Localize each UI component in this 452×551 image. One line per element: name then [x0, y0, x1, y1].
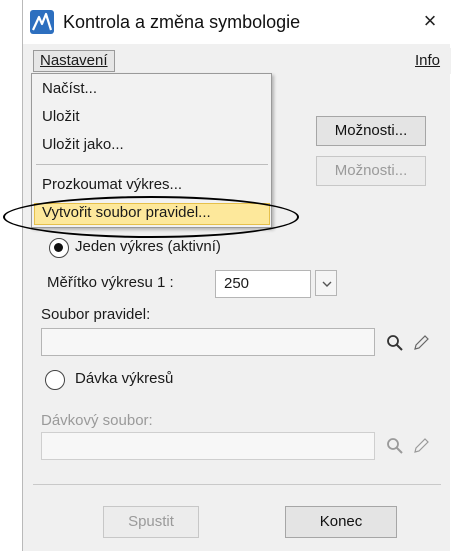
batch-file-label: Dávkový soubor: — [41, 412, 153, 429]
options-button-2[interactable]: Možnosti... — [316, 156, 426, 186]
window-title: Kontrola a změna symbologie — [63, 12, 301, 32]
batch-drawing-label: Dávka výkresů — [75, 370, 174, 387]
pencil-icon[interactable] — [411, 333, 431, 353]
batch-drawing-radio[interactable] — [45, 370, 65, 390]
rules-file-field[interactable] — [41, 328, 375, 356]
batch-file-field[interactable] — [41, 432, 375, 460]
rules-file-label: Soubor pravidel: — [41, 306, 151, 323]
group-divider — [33, 484, 441, 485]
close-button[interactable]: × — [415, 6, 445, 36]
single-drawing-radio[interactable] — [49, 238, 69, 258]
run-button[interactable]: Spustit — [103, 506, 199, 538]
search-icon[interactable] — [385, 333, 405, 353]
scale-label: Měřítko výkresu 1 : — [47, 274, 174, 291]
search-icon[interactable] — [385, 436, 405, 456]
single-drawing-label: Jeden výkres (aktivní) — [75, 238, 221, 255]
scale-select[interactable]: 250 — [215, 270, 311, 298]
annotation-ellipse — [3, 196, 299, 238]
menu-item-ulozit[interactable]: Uložit — [42, 108, 80, 125]
pencil-icon[interactable] — [411, 436, 431, 456]
title-bar: Kontrola a změna symbologie × — [23, 0, 451, 44]
menu-nastaveni[interactable]: Nastavení — [33, 50, 115, 72]
end-button[interactable]: Konec — [285, 506, 397, 538]
menu-separator — [36, 164, 268, 165]
options-button-1[interactable]: Možnosti... — [316, 116, 426, 146]
scale-dropdown-arrow[interactable] — [315, 270, 337, 296]
menu-item-prozkoumat[interactable]: Prozkoumat výkres... — [42, 176, 182, 193]
menu-bar: Nastavení Info — [23, 48, 451, 74]
menu-item-ulozit-jako[interactable]: Uložit jako... — [42, 136, 124, 153]
app-icon — [30, 10, 54, 34]
menu-info[interactable]: Info — [415, 52, 440, 69]
chevron-down-icon — [322, 281, 332, 287]
menu-item-nacist[interactable]: Načíst... — [42, 80, 97, 97]
